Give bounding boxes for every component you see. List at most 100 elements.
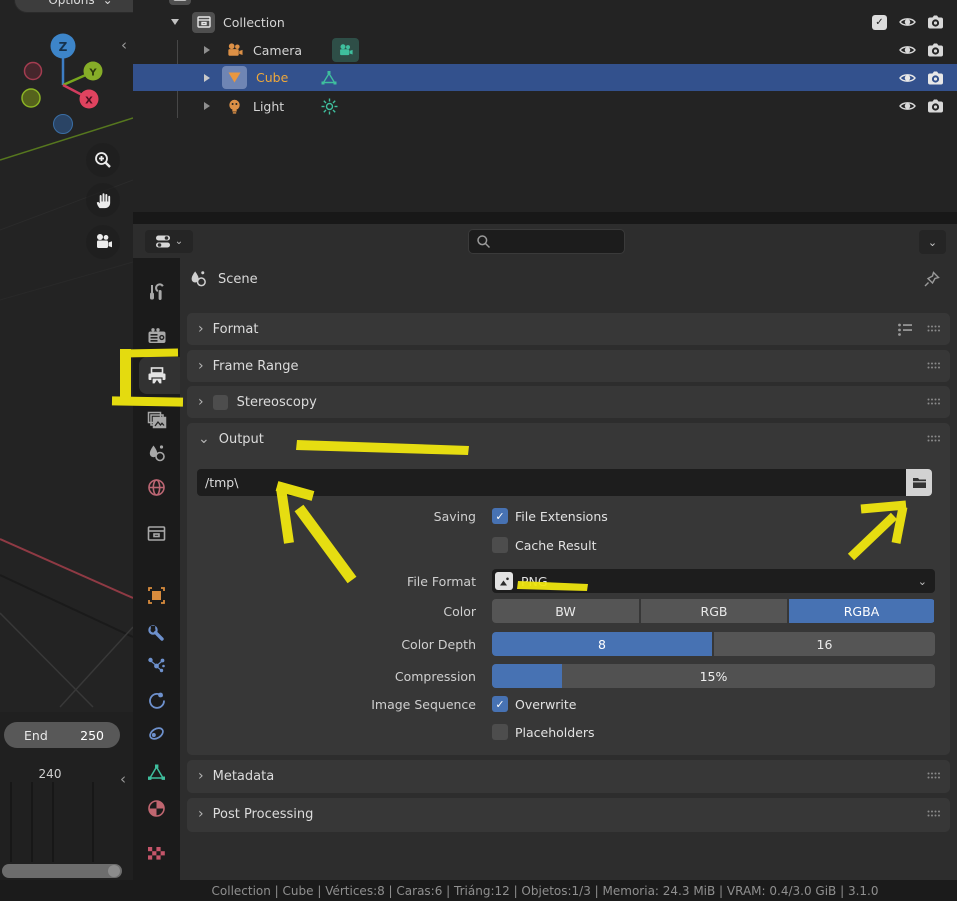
tab-object[interactable]: [133, 578, 180, 612]
sun-data-icon[interactable]: [321, 98, 338, 115]
expand-triangle-icon[interactable]: [171, 19, 179, 25]
gizmo-y-ball[interactable]: Y: [83, 61, 103, 81]
panel-metadata-title: Metadata: [212, 768, 275, 784]
file-format-value: PNG: [521, 573, 548, 589]
gizmo-z-ball[interactable]: Z: [50, 33, 76, 59]
drag-grip-icon[interactable]: [927, 362, 941, 370]
drag-grip-icon[interactable]: [927, 810, 941, 818]
placeholders-label[interactable]: Placeholders: [515, 725, 595, 740]
output-path-field[interactable]: /tmp\: [197, 469, 932, 496]
pan-hand-icon[interactable]: [86, 183, 120, 217]
color-option-rgb[interactable]: RGB: [641, 599, 787, 623]
disable-render-camera-icon[interactable]: [926, 14, 945, 30]
outliner-row-camera[interactable]: Camera: [133, 37, 957, 63]
outliner[interactable]: Scene Collection Collection ✓: [133, 0, 957, 212]
output-path-value[interactable]: /tmp\: [197, 469, 906, 496]
gizmo-neg-x-ball[interactable]: [23, 61, 43, 81]
outliner-row-collection[interactable]: Collection ✓: [133, 9, 957, 35]
color-depth-option-8[interactable]: 8: [492, 632, 712, 656]
camera-data-icon[interactable]: [332, 38, 360, 62]
timeline-scrollbar[interactable]: [2, 864, 122, 878]
hide-eye-icon[interactable]: [898, 44, 917, 56]
cache-result-label[interactable]: Cache Result: [515, 538, 596, 553]
gizmo-neg-y-ball[interactable]: [21, 88, 41, 108]
gizmo-x-ball[interactable]: X: [79, 89, 99, 109]
tab-object-data[interactable]: [133, 755, 180, 789]
status-bar: Collection | Cube | Vértices:8 | Caras:6…: [0, 880, 957, 901]
drag-grip-icon[interactable]: [927, 435, 941, 443]
outliner-row-cube[interactable]: Cube: [133, 64, 957, 91]
3d-viewport[interactable]: Options ⌄ ‹ Z Y X: [0, 0, 133, 880]
gizmo-neg-z-ball[interactable]: [53, 114, 73, 134]
tab-view-layer[interactable]: [133, 403, 180, 437]
tab-texture[interactable]: [133, 836, 180, 870]
tab-world[interactable]: [133, 470, 180, 504]
tab-particles[interactable]: [133, 648, 180, 682]
stereoscopy-checkbox[interactable]: [212, 394, 228, 410]
panel-stereoscopy[interactable]: › Stereoscopy: [187, 386, 950, 418]
disable-render-camera-icon[interactable]: [926, 42, 945, 58]
cache-result-checkbox[interactable]: [492, 537, 508, 553]
zoom-icon[interactable]: [86, 143, 120, 177]
file-format-dropdown[interactable]: PNG ⌄: [492, 569, 935, 593]
timeline-editor[interactable]: End 250 240 ‹: [0, 712, 133, 880]
chevron-right-icon: ›: [198, 358, 204, 374]
panel-post-processing[interactable]: › Post Processing: [187, 798, 950, 832]
preset-menu-icon[interactable]: [897, 322, 913, 336]
tab-physics[interactable]: [133, 683, 180, 717]
chevron-down-icon: ⌄: [174, 236, 184, 247]
file-extensions-checkbox[interactable]: ✓: [492, 508, 508, 524]
outliner-row-scene-collection[interactable]: Scene Collection: [133, 0, 957, 7]
breadcrumb[interactable]: Scene: [188, 264, 258, 294]
placeholders-checkbox[interactable]: [492, 724, 508, 740]
expand-triangle-icon[interactable]: [204, 46, 210, 54]
overwrite-checkbox[interactable]: ✓: [492, 696, 508, 712]
panel-output[interactable]: ⌄ Output /tmp\ Saving ✓ File Extensions: [187, 423, 950, 755]
breadcrumb-label: Scene: [218, 271, 258, 287]
collapse-timeline-icon[interactable]: ‹: [120, 772, 126, 787]
tab-scene[interactable]: [133, 436, 180, 470]
tab-modifiers[interactable]: [133, 616, 180, 650]
outliner-row-light[interactable]: Light: [133, 93, 957, 119]
properties-tabstrip[interactable]: [133, 258, 180, 880]
collection-checkbox[interactable]: ✓: [872, 14, 887, 30]
drag-grip-icon[interactable]: [927, 772, 941, 780]
file-extensions-label[interactable]: File Extensions: [515, 509, 608, 524]
pin-icon[interactable]: [923, 270, 941, 288]
drag-grip-icon[interactable]: [927, 398, 941, 406]
overwrite-label[interactable]: Overwrite: [515, 697, 577, 712]
search-input[interactable]: [468, 229, 625, 254]
editor-type-button[interactable]: ⌄: [145, 230, 193, 253]
color-depth-option-16[interactable]: 16: [714, 632, 935, 656]
hide-eye-icon[interactable]: [898, 100, 917, 112]
color-depth-label: Color Depth: [401, 636, 476, 652]
folder-browse-button[interactable]: [906, 469, 932, 496]
expand-triangle-icon[interactable]: [204, 102, 210, 110]
tab-tool[interactable]: [133, 275, 180, 309]
hide-eye-icon[interactable]: [898, 72, 917, 84]
color-option-rgba[interactable]: RGBA: [789, 599, 934, 623]
header-menu-button[interactable]: ⌄: [919, 230, 946, 254]
expand-triangle-icon[interactable]: [204, 73, 210, 82]
tab-material[interactable]: [133, 791, 180, 825]
compression-slider[interactable]: 15%: [492, 664, 935, 688]
camera-view-icon[interactable]: [86, 225, 120, 259]
tab-output[interactable]: [133, 359, 180, 393]
tab-constraints[interactable]: [133, 716, 180, 750]
tab-collection[interactable]: [133, 516, 180, 550]
panel-format[interactable]: › Format: [187, 313, 950, 345]
compression-value: 15%: [699, 668, 728, 684]
saving-label: Saving: [433, 508, 476, 524]
panel-frame-range[interactable]: › Frame Range: [187, 350, 950, 382]
hide-eye-icon[interactable]: [898, 16, 917, 28]
navigation-gizmo[interactable]: Z Y X: [0, 0, 133, 140]
properties-editor[interactable]: ⌄ ⌄ Scene › Format › Frame Range › Stere…: [133, 224, 957, 880]
disable-render-camera-icon[interactable]: [926, 70, 945, 86]
disable-render-camera-icon[interactable]: [926, 98, 945, 114]
mesh-data-icon[interactable]: [320, 70, 338, 86]
panel-metadata[interactable]: › Metadata: [187, 760, 950, 793]
drag-grip-icon[interactable]: [927, 325, 941, 333]
frame-end-field[interactable]: End 250: [4, 722, 120, 748]
tab-render[interactable]: [133, 319, 180, 353]
color-option-bw[interactable]: BW: [492, 599, 639, 623]
